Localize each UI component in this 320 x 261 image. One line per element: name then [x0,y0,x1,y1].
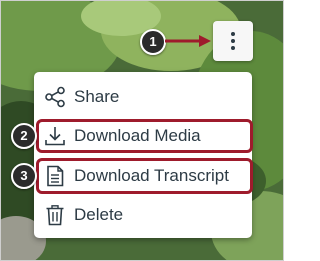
callout-2: 2 [11,123,37,149]
menu-item-label: Share [74,87,120,106]
screenshot-frame: 1 Share Download Media Download Transcri… [0,0,284,261]
highlight-download-transcript [36,158,253,194]
options-menu: Share Download Media Download Transcript [34,72,252,238]
callout-3: 3 [11,163,37,189]
more-options-button[interactable] [213,21,253,61]
menu-item-share[interactable]: Share [34,78,252,116]
share-icon [45,86,65,108]
trash-icon [46,205,64,226]
menu-item-label: Delete [74,205,124,224]
menu-item-delete[interactable]: Delete [34,196,252,234]
callout-arrow [165,35,211,47]
highlight-download-media [36,119,253,153]
